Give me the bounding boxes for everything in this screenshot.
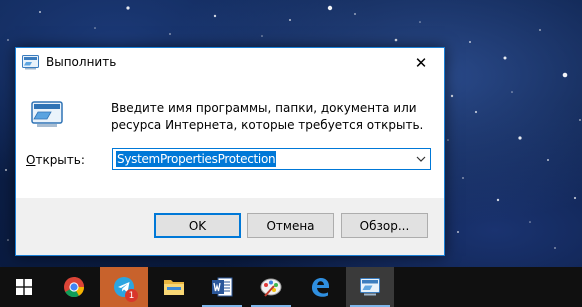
word-icon <box>212 277 233 297</box>
taskbar-run[interactable] <box>346 267 394 307</box>
taskbar-word[interactable] <box>198 267 246 307</box>
notification-badge: 1 <box>125 289 138 302</box>
dialog-description: Введите имя программы, папки, документа … <box>111 101 424 132</box>
start-icon <box>16 279 32 295</box>
paint-icon <box>260 278 282 297</box>
open-input[interactable]: SystemPropertiesProtection <box>116 151 277 167</box>
taskbar-paint[interactable] <box>247 267 295 307</box>
taskbar-chrome[interactable] <box>50 267 98 307</box>
taskbar-file-explorer[interactable] <box>150 267 198 307</box>
title-bar[interactable]: Выполнить ✕ <box>16 48 444 78</box>
close-icon: ✕ <box>414 53 428 72</box>
chrome-icon <box>64 277 85 298</box>
ok-button[interactable]: OK <box>154 213 241 238</box>
taskbar-telegram[interactable]: 1 <box>100 267 148 307</box>
file-explorer-icon <box>164 280 184 295</box>
run-program-icon <box>31 101 63 127</box>
open-label: Открыть: <box>26 153 85 167</box>
run-dialog: Выполнить ✕ Введите имя программы, папки… <box>15 47 445 256</box>
run-icon <box>360 278 380 296</box>
open-combobox[interactable]: SystemPropertiesProtection <box>112 148 431 170</box>
taskbar: 1 <box>0 267 582 307</box>
dialog-footer: OK Отмена Обзор... <box>16 198 444 255</box>
edge-icon <box>312 278 329 297</box>
close-button[interactable]: ✕ <box>398 48 444 77</box>
start-button[interactable] <box>0 267 48 307</box>
dialog-content: Введите имя программы, папки, документа … <box>16 78 444 200</box>
run-app-icon <box>22 55 39 70</box>
taskbar-edge[interactable] <box>296 267 344 307</box>
dialog-title: Выполнить <box>46 55 117 69</box>
chevron-down-icon[interactable] <box>414 152 428 166</box>
browse-button[interactable]: Обзор... <box>341 213 428 238</box>
cancel-button[interactable]: Отмена <box>247 213 334 238</box>
open-label-text: ткрыть: <box>35 153 85 167</box>
